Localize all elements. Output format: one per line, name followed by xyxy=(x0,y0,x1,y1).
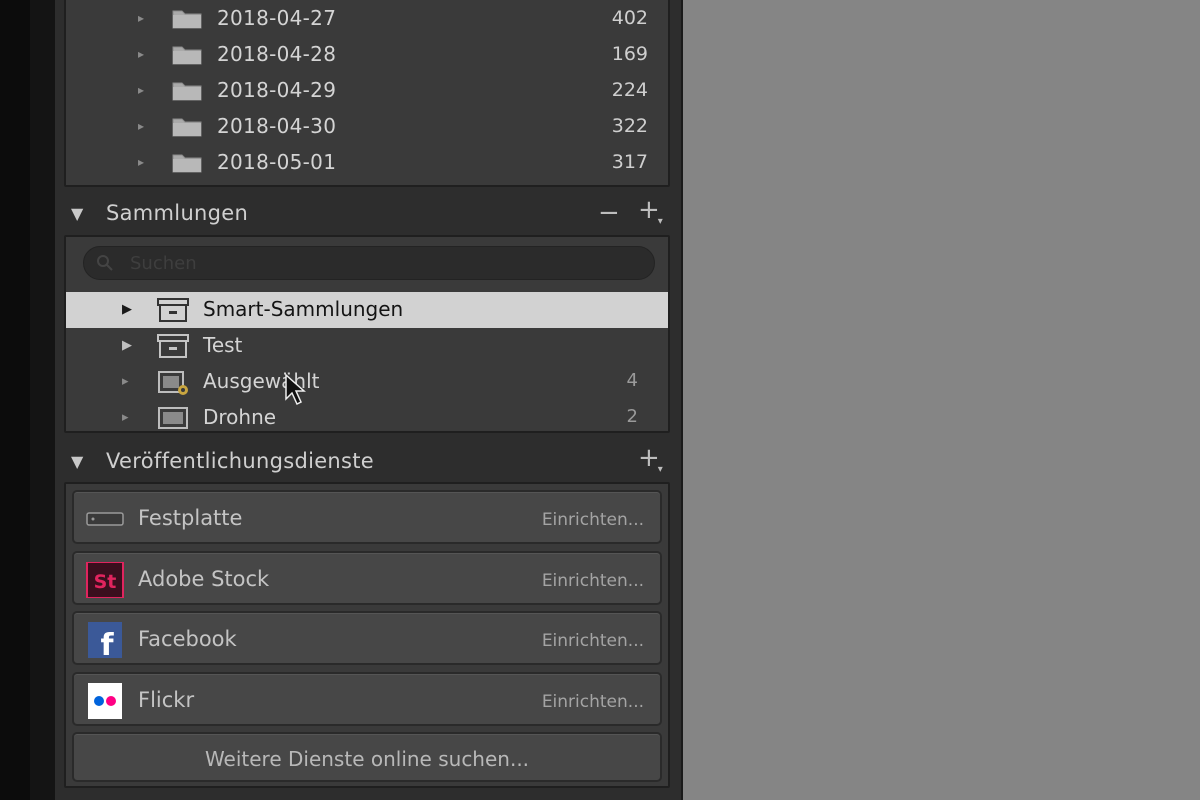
setup-link[interactable]: Einrichten... xyxy=(542,631,644,651)
service-name: Adobe Stock xyxy=(138,567,270,591)
disclosure-arrow-icon[interactable]: ▸ xyxy=(138,83,152,97)
folder-name: 2018-05-01 xyxy=(217,150,337,174)
adobe-stock-icon: St xyxy=(86,562,124,598)
folder-name: 2018-04-27 xyxy=(217,6,337,30)
find-more-services-button[interactable]: Weitere Dienste online suchen... xyxy=(72,732,662,782)
service-facebook[interactable]: f Facebook Einrichten... xyxy=(72,611,662,665)
service-festplatte[interactable]: Festplatte Einrichten... xyxy=(72,490,662,544)
mouse-pointer-icon xyxy=(285,373,306,406)
folder-row[interactable]: ▸ 2018-04-28 169 xyxy=(66,36,668,72)
folder-count: 317 xyxy=(611,151,648,173)
service-name: Festplatte xyxy=(138,506,243,530)
disclosure-arrow-icon[interactable]: ▸ xyxy=(138,47,152,61)
add-publish-service-button[interactable]: +▾ xyxy=(638,445,665,477)
service-adobe-stock[interactable]: St Adobe Stock Einrichten... xyxy=(72,551,662,605)
publish-services-panel: Festplatte Einrichten... St Adobe Stock … xyxy=(64,482,670,788)
folder-count: 224 xyxy=(611,79,648,101)
folder-count: 322 xyxy=(611,115,648,137)
collection-icon xyxy=(158,407,188,429)
folder-name: 2018-04-30 xyxy=(217,114,337,138)
dropdown-caret-icon: ▾ xyxy=(657,216,663,227)
collections-header[interactable]: ▼ Sammlungen − +▾ xyxy=(55,190,681,236)
disclosure-arrow-icon[interactable]: ▸ xyxy=(122,374,129,389)
collection-row-ausgewaehlt[interactable]: ▸ Ausgewählt 4 xyxy=(66,364,668,400)
disclosure-arrow-icon[interactable]: ▸ xyxy=(138,119,152,133)
folder-icon xyxy=(172,82,202,101)
service-name: Flickr xyxy=(138,688,195,712)
plus-icon: + xyxy=(638,195,660,225)
setup-link[interactable]: Einrichten... xyxy=(542,510,644,530)
publish-services-header[interactable]: ▼ Veröffentlichungsdienste +▾ xyxy=(55,438,681,484)
folder-icon xyxy=(172,46,202,65)
collection-name: Smart-Sammlungen xyxy=(203,297,404,321)
hard-drive-icon xyxy=(86,512,124,526)
collection-name: Test xyxy=(203,333,243,357)
collection-count: 4 xyxy=(626,370,638,391)
setup-link[interactable]: Einrichten... xyxy=(542,571,644,591)
remove-collection-button[interactable]: − xyxy=(598,200,620,226)
folder-icon xyxy=(172,118,202,137)
plus-icon: + xyxy=(638,443,660,473)
disclosure-arrow-icon[interactable]: ▶ xyxy=(122,302,132,317)
left-panel: ▸ 2018-04-27 402 ▸ 2018-04-28 169 ▸ 2018… xyxy=(55,0,683,800)
folder-name: 2018-04-28 xyxy=(217,42,337,66)
collections-panel: Suchen ▶ Smart-Sammlungen ▶ Test ▸ Ausge… xyxy=(64,235,670,433)
folder-name: 2018-04-29 xyxy=(217,78,337,102)
service-flickr[interactable]: Flickr Einrichten... xyxy=(72,672,662,726)
folder-row[interactable]: ▸ 2018-05-01 317 xyxy=(66,144,668,180)
collection-row-test[interactable]: ▶ Test xyxy=(66,328,668,364)
disclosure-arrow-icon[interactable]: ▶ xyxy=(122,338,132,353)
collection-row-smart-sammlungen[interactable]: ▶ Smart-Sammlungen xyxy=(66,292,668,328)
collection-set-icon xyxy=(157,334,189,358)
publish-services-title: Veröffentlichungsdienste xyxy=(106,449,375,473)
collections-search[interactable]: Suchen xyxy=(83,246,655,280)
facebook-logo-text: f xyxy=(100,628,114,658)
disclosure-arrow-icon[interactable]: ▸ xyxy=(122,410,129,425)
find-more-services-label: Weitere Dienste online suchen... xyxy=(204,747,530,771)
folder-count: 402 xyxy=(611,7,648,29)
collapse-triangle-icon[interactable]: ▼ xyxy=(71,452,83,471)
service-name: Facebook xyxy=(138,627,237,651)
folder-row[interactable]: ▸ 2018-04-30 322 xyxy=(66,108,668,144)
collections-title: Sammlungen xyxy=(106,201,249,225)
collection-set-icon xyxy=(157,298,189,322)
disclosure-arrow-icon[interactable]: ▸ xyxy=(138,11,152,25)
flickr-icon xyxy=(88,683,122,719)
folder-icon xyxy=(172,154,202,173)
disclosure-arrow-icon[interactable]: ▸ xyxy=(138,155,152,169)
collection-count: 2 xyxy=(626,406,638,427)
search-icon xyxy=(97,255,113,271)
facebook-icon: f xyxy=(88,622,122,658)
folder-row[interactable]: ▸ 2018-04-29 224 xyxy=(66,72,668,108)
folder-count: 169 xyxy=(611,43,648,65)
collection-row-drohne[interactable]: ▸ Drohne 2 xyxy=(66,400,668,431)
setup-link[interactable]: Einrichten... xyxy=(542,692,644,712)
collapse-triangle-icon[interactable]: ▼ xyxy=(71,204,83,223)
left-edge-strip xyxy=(0,0,30,800)
search-placeholder: Suchen xyxy=(130,253,197,274)
folder-icon xyxy=(172,10,202,29)
add-collection-button[interactable]: +▾ xyxy=(638,197,665,229)
smart-collection-icon xyxy=(158,371,188,395)
folder-row[interactable]: ▸ 2018-04-27 402 xyxy=(66,0,668,36)
dropdown-caret-icon: ▾ xyxy=(657,464,663,475)
left-gutter xyxy=(30,0,55,800)
collection-name: Drohne xyxy=(203,405,277,429)
adobe-stock-logo-text: St xyxy=(94,571,117,593)
folders-panel: ▸ 2018-04-27 402 ▸ 2018-04-28 169 ▸ 2018… xyxy=(64,0,670,187)
